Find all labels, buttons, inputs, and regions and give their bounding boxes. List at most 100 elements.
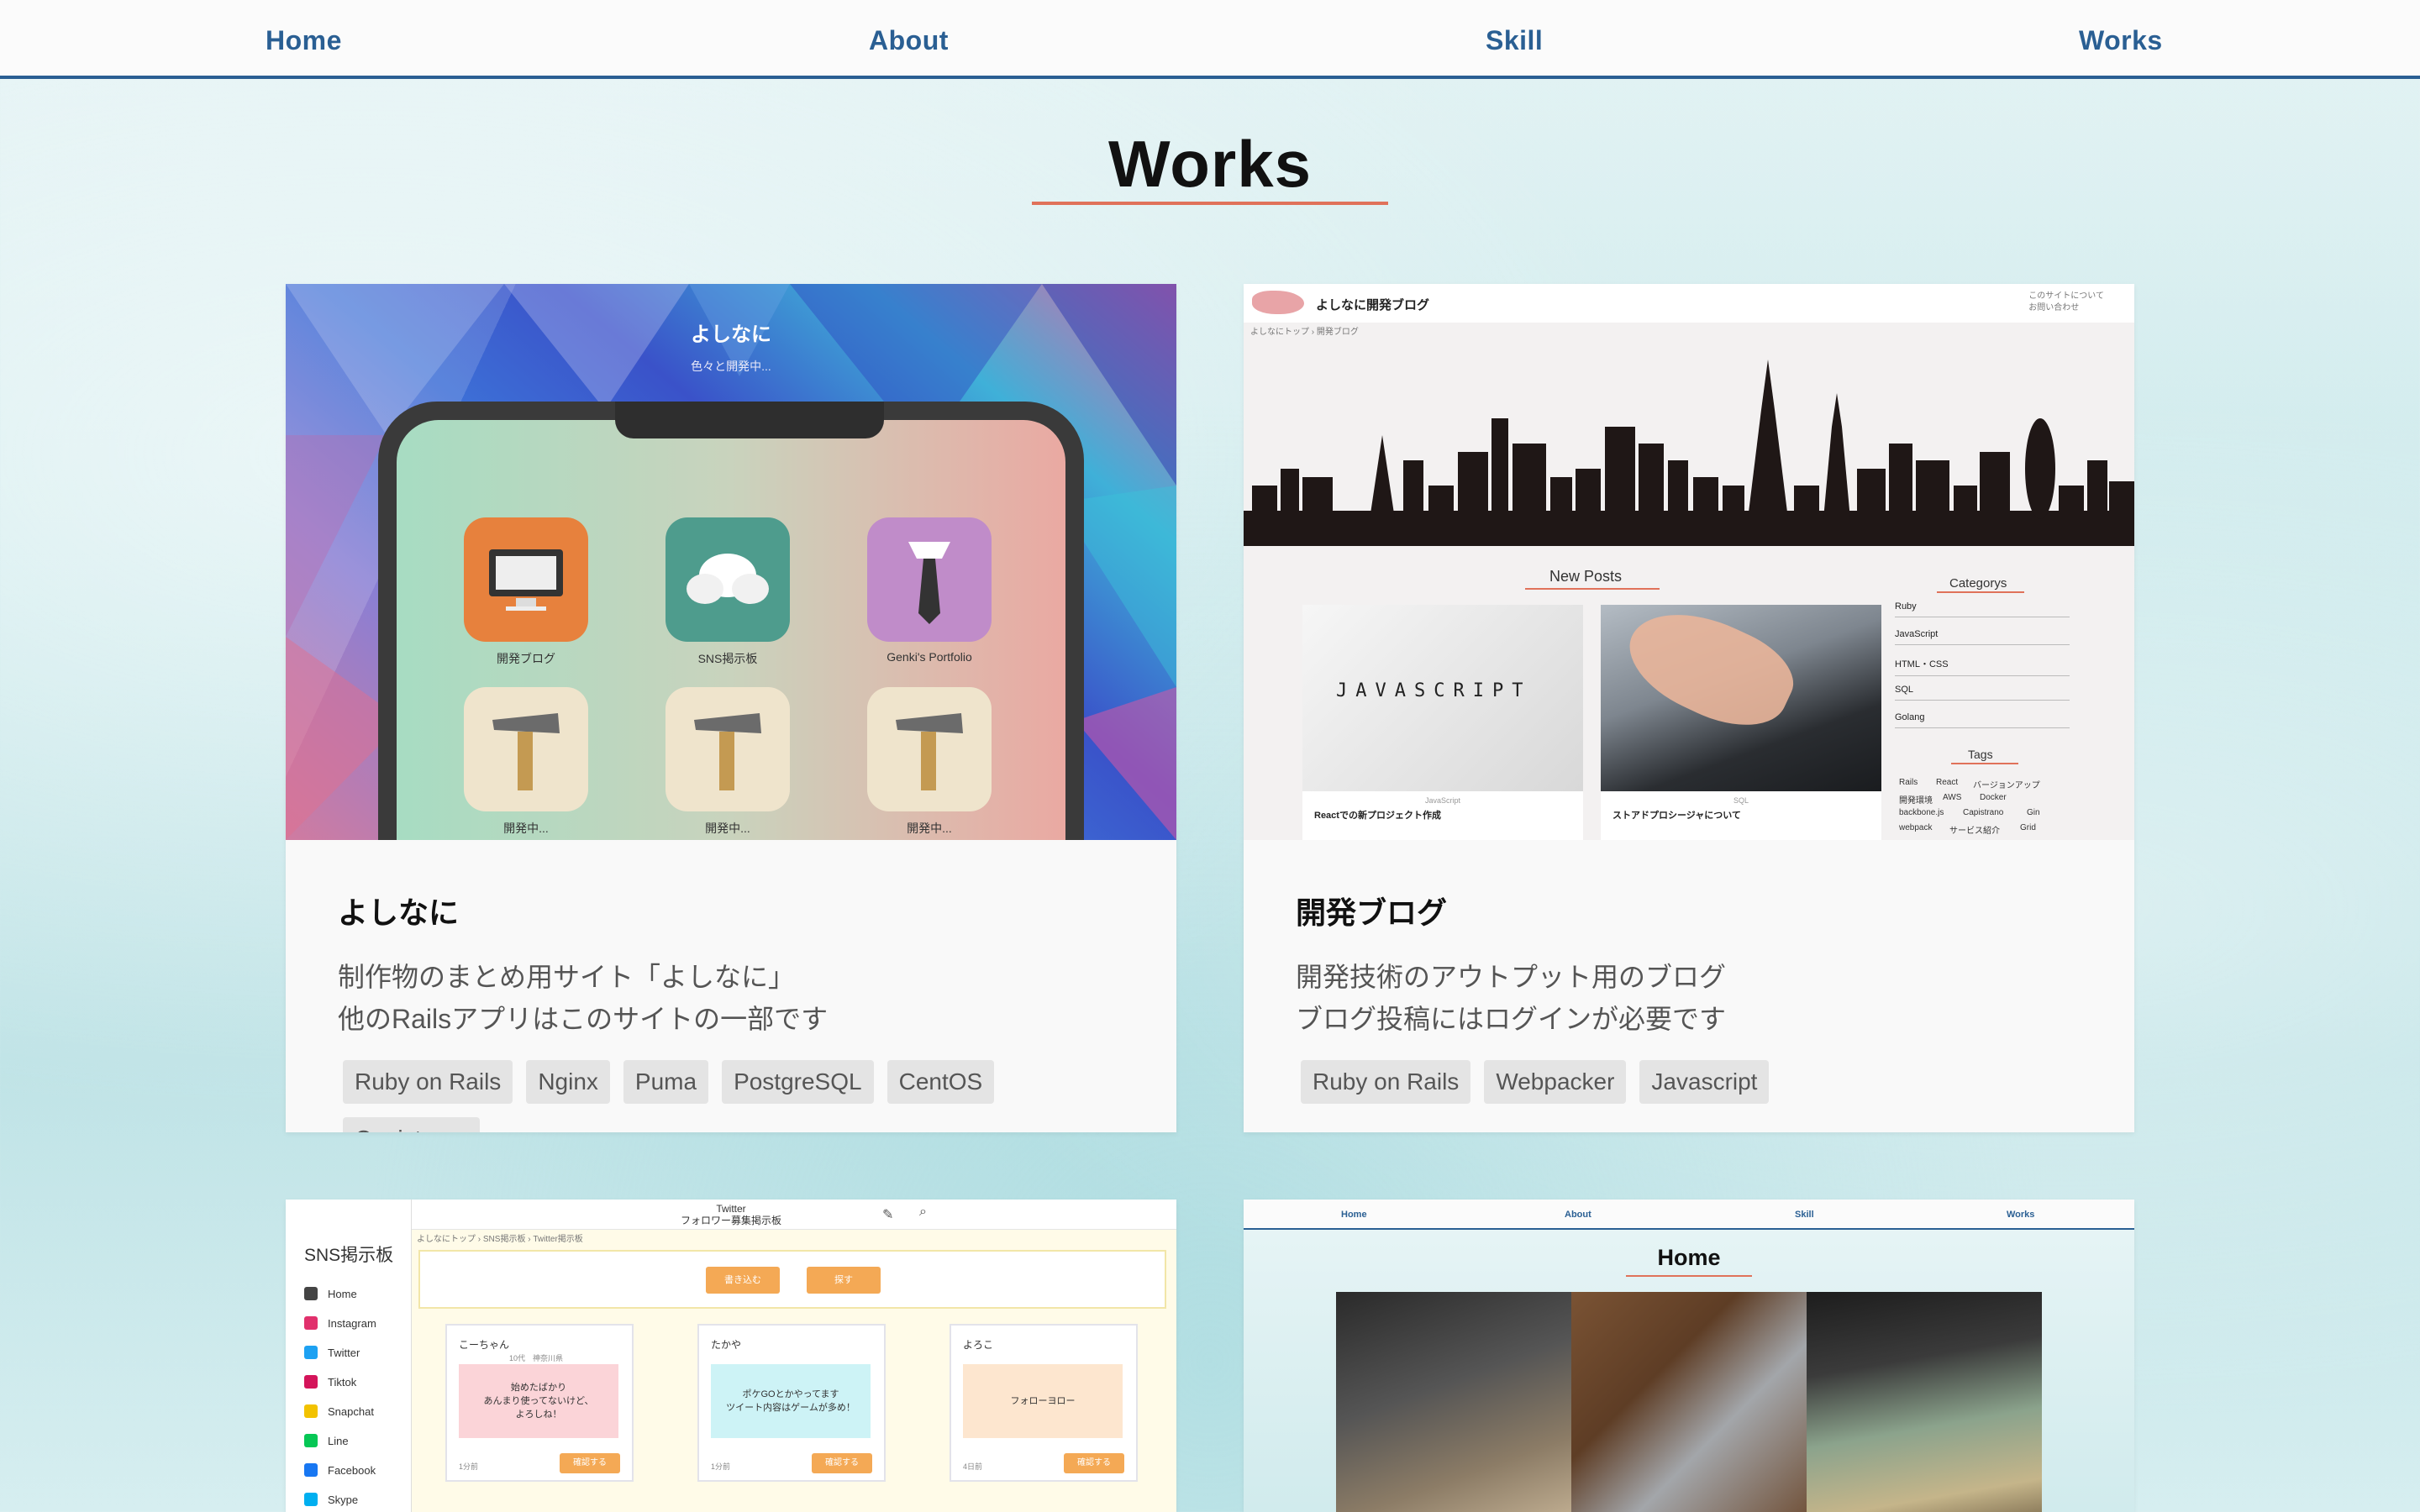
blog-tag[interactable]: バージョンアップ bbox=[1973, 778, 2040, 790]
blog-tag[interactable]: webpack bbox=[1899, 823, 1932, 832]
pencil-icon[interactable]: ✎ bbox=[882, 1206, 893, 1223]
line-icon bbox=[304, 1434, 318, 1447]
sns-sidebar-label: Line bbox=[328, 1434, 349, 1447]
blog-tag[interactable]: Rails bbox=[1899, 778, 1918, 787]
work-title: 開発ブログ bbox=[1296, 895, 1448, 930]
sns-topbar-title-line: Twitter bbox=[716, 1203, 746, 1215]
tech-tag: Ruby on Rails bbox=[1301, 1060, 1471, 1104]
category-item[interactable]: Ruby bbox=[1895, 601, 2070, 617]
tags-underline bbox=[1951, 763, 2018, 764]
blog-post-card[interactable]: SQL ストアドプロシージャについて bbox=[1601, 590, 1881, 840]
work-description-line: 他のRailsアプリはこのサイトの一部です bbox=[338, 1004, 829, 1034]
category-item[interactable]: HTML・CSS bbox=[1895, 657, 2070, 676]
search-button[interactable]: 探す bbox=[807, 1267, 881, 1294]
sns-sidebar-item[interactable]: Line bbox=[304, 1434, 349, 1447]
nav-home-link[interactable]: Home bbox=[266, 25, 342, 56]
tech-tags: Ruby on Rails Webpacker Javascript bbox=[1301, 1060, 2101, 1104]
laptop-typing-image bbox=[1601, 590, 1881, 791]
work-card-sns-board[interactable]: SNS掲示板 Home Instagram Twitter Tiktok Sna… bbox=[286, 1200, 1176, 1512]
app-in-development[interactable]: 開発中... bbox=[867, 687, 992, 837]
sns-topbar-title: Twitter フォロワー募集掲示板 bbox=[412, 1203, 1050, 1226]
sns-post-card[interactable]: よろこ フォローヨロー 4日前 確認する bbox=[950, 1324, 1138, 1482]
blog-breadcrumb: よしなにトップ › 開発ブログ bbox=[1250, 328, 1359, 337]
blog-post-card[interactable]: JAVASCRIPT JavaScript Reactでの新プロジェクト作成 bbox=[1302, 605, 1583, 840]
tech-tag: Javascript bbox=[1639, 1060, 1770, 1104]
tech-tag: Webpacker bbox=[1484, 1060, 1627, 1104]
tech-tag: PostgreSQL bbox=[722, 1060, 874, 1104]
post-author: たかや bbox=[711, 1339, 742, 1351]
app-label: 開発中... bbox=[503, 822, 549, 835]
work-card-portfolio[interactable]: Home About Skill Works Home bbox=[1244, 1200, 2134, 1512]
work-card-yoshinani[interactable]: よしなに 色々と開発中... 開発ブログ SNS掲示板 Genki's Port… bbox=[286, 284, 1176, 1132]
tiktok-icon bbox=[304, 1375, 318, 1389]
post-bubble: 始めたばかり あんまり使ってないけど、 よろしね！ bbox=[459, 1364, 618, 1438]
blog-tag[interactable]: Grid bbox=[2020, 823, 2036, 832]
skype-icon bbox=[304, 1493, 318, 1506]
work-thumbnail[interactable]: よしなに 色々と開発中... 開発ブログ SNS掲示板 Genki's Port… bbox=[286, 284, 1176, 840]
blog-tag[interactable]: Capistrano bbox=[1963, 808, 2003, 817]
sns-sidebar-item[interactable]: Snapchat bbox=[304, 1404, 374, 1418]
sns-sidebar-item[interactable]: Facebook bbox=[304, 1463, 376, 1477]
write-button[interactable]: 書き込む bbox=[706, 1267, 780, 1294]
sns-sidebar-item[interactable]: Instagram bbox=[304, 1316, 376, 1330]
app-in-development[interactable]: 開発中... bbox=[666, 687, 790, 837]
portfolio-nav-about[interactable]: About bbox=[1565, 1210, 1591, 1220]
nav-skill-link[interactable]: Skill bbox=[1486, 25, 1543, 56]
sns-post-card[interactable]: たかや ポケGOとかやってます ツイート内容はゲームが多め！ 1分前 確認する bbox=[697, 1324, 886, 1482]
desk-photo bbox=[1336, 1292, 1571, 1512]
sns-sidebar-title: SNS掲示板 bbox=[304, 1246, 394, 1265]
category-item[interactable]: Golang bbox=[1895, 712, 2070, 728]
app-sns-board[interactable]: SNS掲示板 bbox=[666, 517, 790, 667]
sns-sidebar-label: Twitter bbox=[328, 1346, 360, 1359]
top-nav: Home About Skill Works bbox=[0, 0, 2420, 79]
wood-desk-photo bbox=[1571, 1292, 1807, 1512]
blog-tag[interactable]: サービス紹介 bbox=[1949, 823, 2000, 836]
category-item[interactable]: JavaScript bbox=[1895, 629, 2070, 645]
sns-topbar: Twitter フォロワー募集掲示板 ✎ ⌕ bbox=[412, 1200, 1176, 1230]
sns-sidebar-label: Tiktok bbox=[328, 1375, 357, 1389]
nav-works-link[interactable]: Works bbox=[2079, 25, 2163, 56]
app-portfolio[interactable]: Genki's Portfolio bbox=[867, 517, 992, 664]
sns-sidebar-item[interactable]: Skype bbox=[304, 1493, 358, 1506]
categories-title: Categorys bbox=[1949, 576, 2007, 591]
sns-sidebar-label: Home bbox=[328, 1287, 357, 1300]
work-thumbnail[interactable]: SNS掲示板 Home Instagram Twitter Tiktok Sna… bbox=[286, 1200, 1176, 1512]
sns-post-card[interactable]: こーちゃん 10代 神奈川県 始めたばかり あんまり使ってないけど、 よろしね！… bbox=[445, 1324, 634, 1482]
sns-sidebar-item[interactable]: Home bbox=[304, 1287, 357, 1300]
work-thumbnail[interactable]: よしなに開発ブログ このサイトについて お問い合わせ よしなにトップ › 開発ブ… bbox=[1244, 284, 2134, 840]
portfolio-nav-skill[interactable]: Skill bbox=[1795, 1210, 1814, 1220]
work-description: 開発技術のアウトプット用のブログ ブログ投稿にはログインが必要です bbox=[1296, 956, 2101, 1040]
sns-sidebar-label: Skype bbox=[328, 1493, 359, 1506]
blog-tag[interactable]: React bbox=[1936, 778, 1958, 787]
blog-tag[interactable]: Gin bbox=[2027, 808, 2040, 817]
search-icon[interactable]: ⌕ bbox=[919, 1205, 927, 1220]
work-card-dev-blog[interactable]: よしなに開発ブログ このサイトについて お問い合わせ よしなにトップ › 開発ブ… bbox=[1244, 284, 2134, 1132]
blog-tag[interactable]: Docker bbox=[1980, 793, 2007, 802]
app-dev-blog[interactable]: 開発ブログ bbox=[464, 517, 588, 667]
sns-sidebar-item[interactable]: Twitter bbox=[304, 1346, 360, 1359]
blog-tag[interactable]: backbone.js bbox=[1899, 808, 1944, 817]
confirm-button[interactable]: 確認する bbox=[560, 1453, 620, 1473]
sns-sidebar-item[interactable]: Tiktok bbox=[304, 1375, 356, 1389]
app-in-development[interactable]: 開発中... bbox=[464, 687, 588, 837]
confirm-button[interactable]: 確認する bbox=[812, 1453, 872, 1473]
category-item[interactable]: SQL bbox=[1895, 685, 2070, 701]
blog-logo bbox=[1252, 291, 1304, 314]
nav-about-link[interactable]: About bbox=[869, 25, 949, 56]
sns-main: Twitter フォロワー募集掲示板 ✎ ⌕ よしなにトップ › SNS掲示板 … bbox=[412, 1200, 1176, 1512]
portfolio-nav-home[interactable]: Home bbox=[1341, 1210, 1367, 1220]
blog-tag[interactable]: 開発環境 bbox=[1899, 793, 1933, 806]
work-thumbnail[interactable]: Home About Skill Works Home bbox=[1244, 1200, 2134, 1512]
blog-tag[interactable]: AWS bbox=[1943, 793, 1961, 802]
categories-underline bbox=[1937, 591, 2024, 593]
portfolio-nav-works[interactable]: Works bbox=[2007, 1210, 2034, 1220]
post-category: SQL bbox=[1733, 796, 1749, 805]
tech-tag: Ruby on Rails bbox=[343, 1060, 513, 1104]
work-description-line: 開発技術のアウトプット用のブログ bbox=[1296, 962, 1727, 992]
tags-title: Tags bbox=[1968, 748, 1993, 761]
section-title: Works bbox=[1108, 127, 1312, 201]
tech-tag: CentOS bbox=[886, 1060, 995, 1104]
twitter-icon bbox=[304, 1346, 318, 1359]
tablet-landscape-photo bbox=[1807, 1292, 2042, 1512]
confirm-button[interactable]: 確認する bbox=[1064, 1453, 1124, 1473]
